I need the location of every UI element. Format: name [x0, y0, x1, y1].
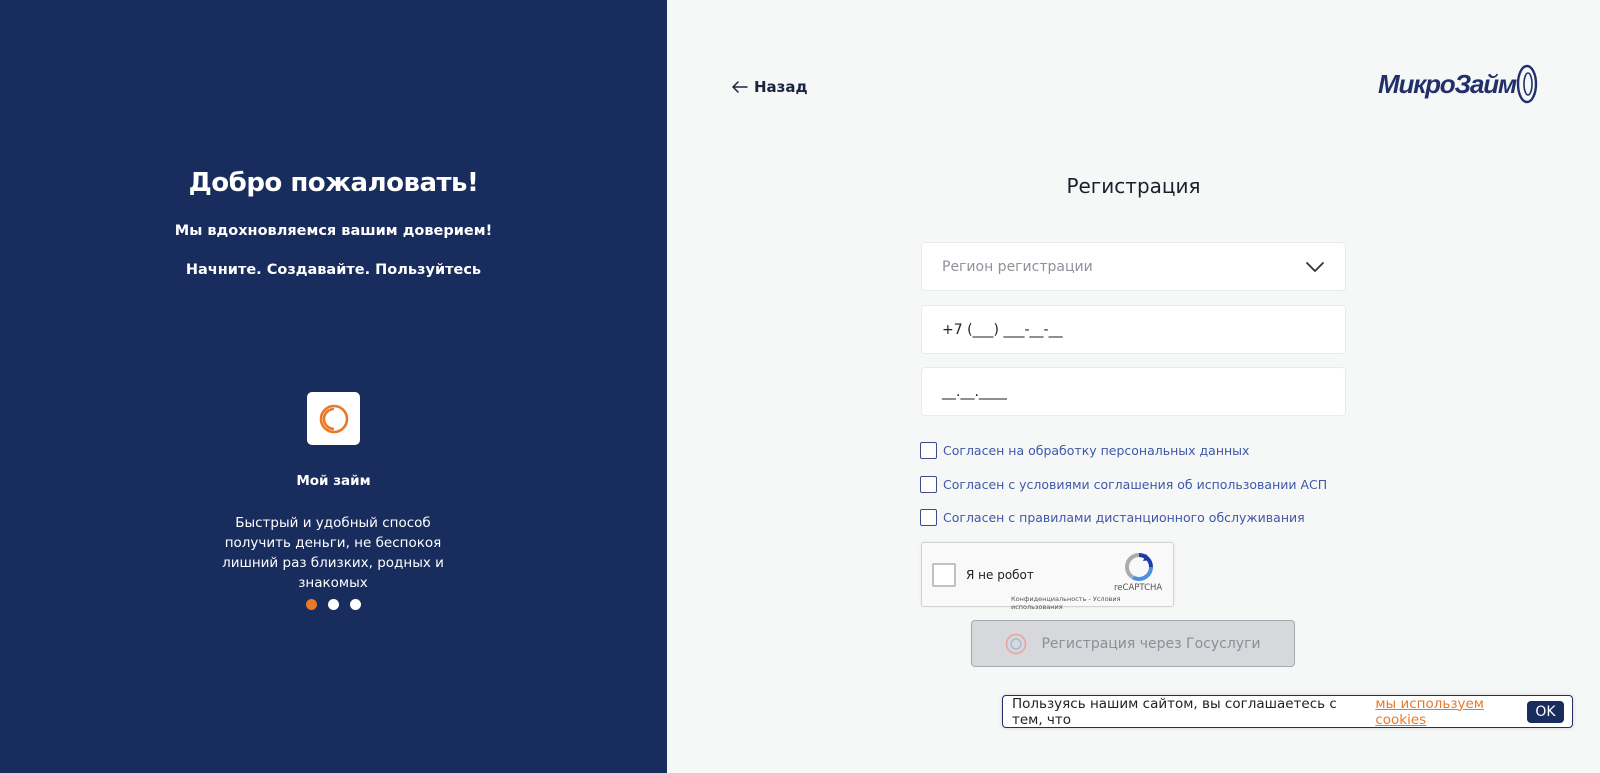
- welcome-tagline: Начните. Создавайте. Пользуйтесь: [185, 262, 482, 278]
- recaptcha-label: Я не робот: [966, 568, 1034, 582]
- welcome-panel: Добро пожаловать! Мы вдохновляемся вашим…: [0, 0, 667, 773]
- back-link[interactable]: Назад: [732, 78, 808, 96]
- region-select[interactable]: Регион регистрации: [921, 242, 1346, 291]
- logo-text: МикроЗайм: [1378, 68, 1517, 99]
- consent-checkbox-2[interactable]: [920, 476, 937, 493]
- carousel-dot-3[interactable]: [350, 599, 361, 610]
- gosuslugi-label: Регистрация через Госуслуги: [1041, 635, 1261, 652]
- coin-ring-icon: [319, 404, 348, 433]
- recaptcha-brand: reCAPTCHA: [1114, 583, 1163, 593]
- slide-title: Мой займ: [296, 473, 371, 489]
- gosuslugi-register-button[interactable]: Регистрация через Госуслуги: [971, 620, 1295, 667]
- birth-date-input[interactable]: __.__.____: [921, 367, 1346, 416]
- welcome-subtitle: Мы вдохновляемся вашим доверием!: [174, 223, 493, 239]
- consent-checkbox-1[interactable]: [920, 442, 937, 459]
- consent-label-3[interactable]: Согласен с правилами дистанционного обсл…: [943, 510, 1305, 525]
- consent-asp[interactable]: Согласен с условиями соглашения об испол…: [920, 476, 1327, 493]
- cookie-text: Пользуясь нашим сайтом, вы соглашаетесь …: [1012, 695, 1337, 728]
- carousel-dot-2[interactable]: [328, 599, 339, 610]
- cookie-banner: Пользуясь нашим сайтом, вы соглашаетесь …: [1002, 695, 1573, 728]
- consent-checkbox-3[interactable]: [920, 509, 937, 526]
- slide-description: Быстрый и удобный способ получить деньги…: [222, 515, 444, 591]
- recaptcha-checkbox[interactable]: [932, 563, 956, 587]
- consent-remote-service[interactable]: Согласен с правилами дистанционного обсл…: [920, 509, 1305, 526]
- chevron-down-icon: [1306, 261, 1324, 272]
- phone-input[interactable]: +7 (___) ___-__-__: [921, 305, 1346, 354]
- carousel-dots: [306, 599, 361, 610]
- brand-logo[interactable]: МикроЗайм: [1378, 64, 1540, 104]
- region-placeholder: Регион регистрации: [942, 258, 1093, 275]
- recaptcha-links[interactable]: Конфиденциальность - Условия использован…: [1011, 595, 1173, 611]
- logo-coin-icon: [1516, 64, 1538, 104]
- app-icon-card: [307, 392, 360, 445]
- consent-personal-data[interactable]: Согласен на обработку персональных данны…: [920, 442, 1249, 459]
- back-label: Назад: [754, 78, 808, 96]
- phone-mask: +7 (___) ___-__-__: [942, 321, 1063, 338]
- welcome-title: Добро пожаловать!: [188, 168, 479, 198]
- cookie-ok-button[interactable]: OK: [1526, 700, 1564, 723]
- consent-label-1[interactable]: Согласен на обработку персональных данны…: [943, 443, 1249, 458]
- arrow-left-icon: [732, 81, 748, 93]
- date-mask: __.__.____: [942, 383, 1007, 400]
- gosuslugi-icon: [1006, 633, 1027, 654]
- form-title: Регистрация: [1066, 174, 1201, 198]
- carousel-dot-1[interactable]: [306, 599, 317, 610]
- recaptcha-logo-icon: [1125, 553, 1153, 581]
- consent-label-2[interactable]: Согласен с условиями соглашения об испол…: [943, 477, 1327, 492]
- recaptcha-widget: Я не робот reCAPTCHA Конфиденциальность …: [921, 542, 1174, 611]
- cookie-policy-link[interactable]: мы используем cookies: [1375, 696, 1527, 728]
